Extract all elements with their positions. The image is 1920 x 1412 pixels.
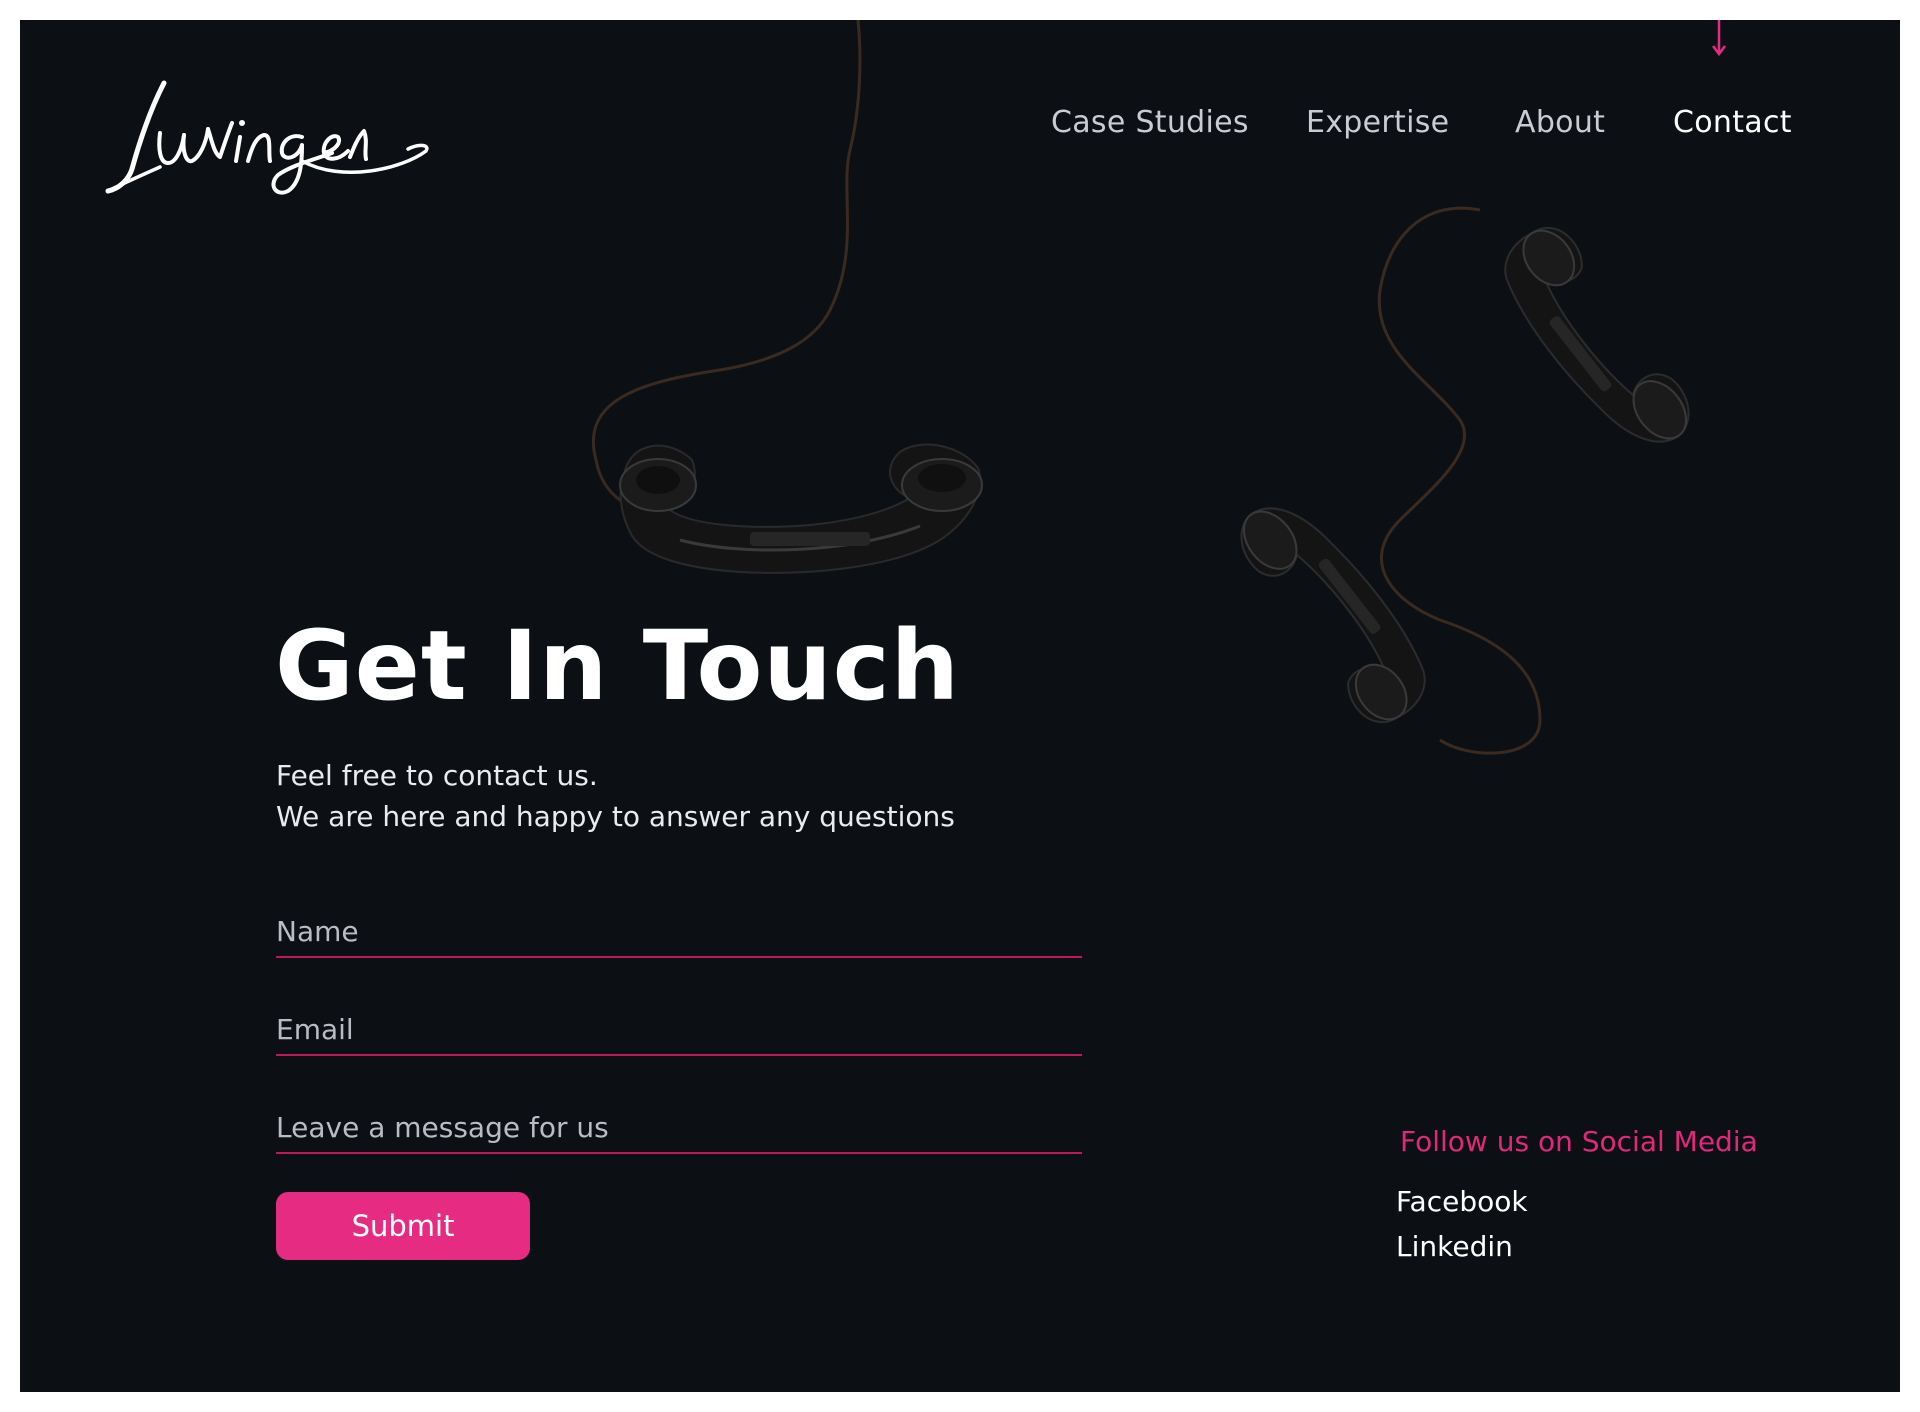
- page-title: Get In Touch: [275, 610, 960, 722]
- telephone-handset-icon: [1210, 190, 1750, 770]
- nav-indicator-arrow-icon: [1712, 20, 1726, 60]
- social-link-linkedin[interactable]: Linkedin: [1396, 1230, 1513, 1263]
- email-input[interactable]: [276, 1013, 1082, 1046]
- subtitle-line-2: We are here and happy to answer any ques…: [276, 800, 955, 833]
- email-field: [276, 994, 1082, 1056]
- nav-item-expertise[interactable]: Expertise: [1306, 105, 1449, 140]
- page-subtitle: Feel free to contact us. We are here and…: [276, 755, 955, 837]
- message-field: [276, 1092, 1082, 1154]
- nav-item-contact[interactable]: Contact: [1673, 105, 1792, 140]
- contact-page: Case Studies Expertise About Contact Get…: [20, 20, 1900, 1392]
- nav-item-case-studies[interactable]: Case Studies: [1051, 105, 1249, 140]
- social-link-facebook[interactable]: Facebook: [1396, 1185, 1528, 1218]
- subtitle-line-1: Feel free to contact us.: [276, 759, 598, 792]
- name-input[interactable]: [276, 915, 1082, 948]
- telephone-handset-icon: [560, 20, 1020, 580]
- message-input[interactable]: [276, 1111, 1082, 1144]
- social-title: Follow us on Social Media: [1400, 1125, 1758, 1158]
- nav-item-about[interactable]: About: [1515, 105, 1605, 140]
- submit-button[interactable]: Submit: [276, 1192, 530, 1260]
- name-field: [276, 896, 1082, 958]
